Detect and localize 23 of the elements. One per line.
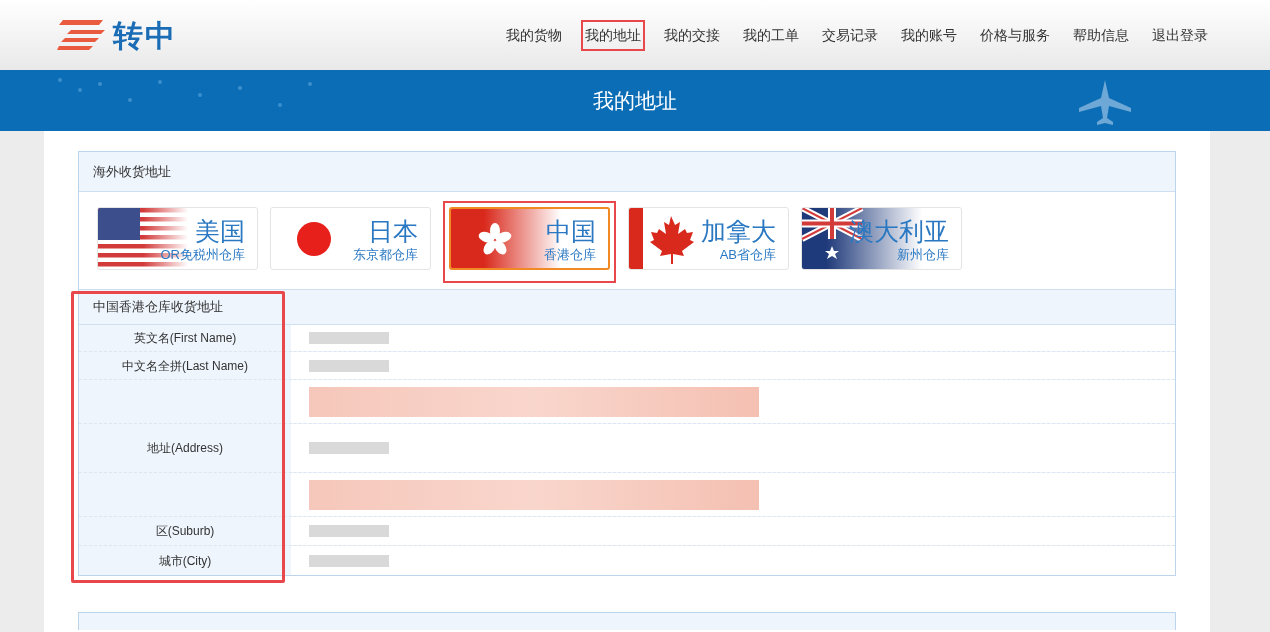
warehouse-tab[interactable]: 加拿大 AB省仓库 bbox=[628, 207, 789, 270]
warehouse-tab[interactable]: 美国 OR免税州仓库 bbox=[97, 207, 258, 270]
field-label: 英文名(First Name) bbox=[133, 330, 237, 347]
nav-link[interactable]: 我的货物 bbox=[502, 19, 566, 51]
field-label: 地址(Address) bbox=[147, 440, 223, 457]
warehouse-tab[interactable]: 日本 东京都仓库 bbox=[270, 207, 431, 270]
field-label: 中文名全拼(Last Name) bbox=[122, 357, 248, 375]
page-title: 我的地址 bbox=[593, 87, 677, 114]
nav-link[interactable]: 我的交接 bbox=[660, 19, 724, 51]
warehouse-tab[interactable]: 中国 香港仓库 bbox=[449, 207, 610, 270]
field-label: 城市(City) bbox=[158, 552, 212, 570]
warehouse-tab[interactable]: 澳大利亚 新州仓库 bbox=[801, 207, 962, 270]
nav-link[interactable]: 价格与服务 bbox=[976, 19, 1054, 51]
flag-icon bbox=[297, 222, 331, 256]
nav-link[interactable]: 帮助信息 bbox=[1069, 19, 1133, 51]
nav-link[interactable]: 我的账号 bbox=[897, 19, 961, 51]
nav-link[interactable]: 我的地址 bbox=[581, 19, 645, 51]
section-title: 中国香港仓库收货地址 bbox=[79, 289, 1175, 325]
logo-text: 转中 bbox=[113, 17, 177, 54]
nav-link[interactable]: 我的工单 bbox=[739, 19, 803, 51]
nav-link[interactable]: 交易记录 bbox=[818, 19, 882, 51]
nav-link[interactable]: 退出登录 bbox=[1148, 19, 1212, 51]
field-label: 区(Suburb) bbox=[155, 523, 215, 540]
